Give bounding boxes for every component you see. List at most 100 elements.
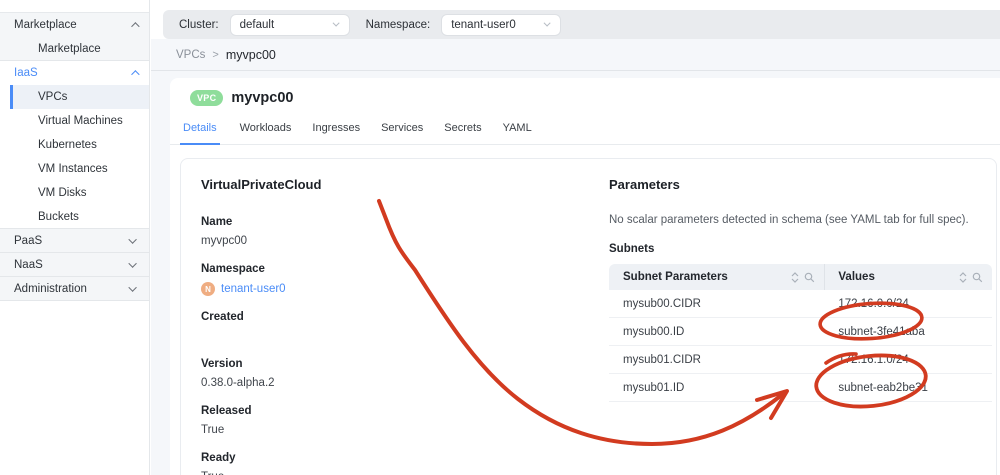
field-label: Released xyxy=(201,405,252,417)
sidebar-item-label: VM Instances xyxy=(38,163,108,175)
chevron-down-icon xyxy=(332,19,340,27)
subnet-param-cell: mysub01.ID xyxy=(623,381,685,394)
sidebar-item-label: Marketplace xyxy=(38,42,101,55)
parameters-column: Parameters No scalar parameters detected… xyxy=(609,177,992,402)
sidebar-item-vm-instances[interactable]: VM Instances xyxy=(0,157,149,181)
search-icon[interactable] xyxy=(804,272,815,283)
subnet-param-cell: mysub01.CIDR xyxy=(623,353,701,366)
namespace-link[interactable]: tenant-user0 xyxy=(221,283,286,295)
sidebar-item-label: Virtual Machines xyxy=(38,115,123,127)
table-row: mysub00.CIDR 172.16.0.0/24 xyxy=(609,290,992,318)
chevron-down-icon xyxy=(128,258,137,268)
subnet-param-cell: mysub00.CIDR xyxy=(623,297,701,310)
sidebar-item-vm-disks[interactable]: VM Disks xyxy=(0,181,149,205)
sidebar-section-label: PaaS xyxy=(14,234,43,247)
chevron-up-icon xyxy=(131,22,140,31)
subnets-table-header: Subnet Parameters Values xyxy=(609,264,992,290)
chevron-down-icon xyxy=(128,282,137,292)
field-namespace: Namespace N tenant-user0 xyxy=(201,263,531,296)
field-ready: Ready True xyxy=(201,452,531,475)
search-icon[interactable] xyxy=(972,272,983,283)
field-value: True xyxy=(201,471,531,475)
sidebar-section-label: IaaS xyxy=(14,67,38,79)
column-header-label: Values xyxy=(838,271,875,283)
sidebar-section-label: Marketplace xyxy=(14,19,77,31)
card-header: VPC myvpc00 xyxy=(170,78,1000,106)
namespace-select-value: tenant-user0 xyxy=(451,18,516,31)
tab-workloads[interactable]: Workloads xyxy=(239,122,293,144)
tab-bar: Details Workloads Ingresses Services Sec… xyxy=(170,122,1000,145)
subnets-label: Subnets xyxy=(609,243,655,255)
parameters-heading: Parameters xyxy=(609,177,680,192)
breadcrumb-vpcs-link[interactable]: VPCs xyxy=(176,49,205,61)
column-header-label: Subnet Parameters xyxy=(623,271,728,283)
cluster-namespace-bar: Cluster: default Namespace: tenant-user0 xyxy=(163,10,1000,39)
field-value: True xyxy=(201,424,225,436)
subnet-param-cell: mysub00.ID xyxy=(623,325,685,338)
subnet-value-cell: subnet-3fe41aba xyxy=(838,325,925,338)
field-label: Namespace xyxy=(201,263,265,275)
subnets-table: Subnet Parameters Values mysub00.CIDR 17… xyxy=(609,264,992,402)
sidebar-item-buckets[interactable]: Buckets xyxy=(0,205,149,229)
cluster-select[interactable]: default xyxy=(229,13,350,36)
vpc-card: VPC myvpc00 Details Workloads Ingresses … xyxy=(170,78,1000,475)
field-label: Ready xyxy=(201,452,236,464)
sidebar-item-marketplace[interactable]: Marketplace xyxy=(0,37,149,61)
tab-ingresses[interactable]: Ingresses xyxy=(311,122,361,144)
field-value: 0.38.0-alpha.2 xyxy=(201,377,275,389)
field-label: Name xyxy=(201,216,233,228)
sidebar-section-label: NaaS xyxy=(14,258,43,271)
tab-secrets[interactable]: Secrets xyxy=(443,122,482,144)
sidebar-item-label: VPCs xyxy=(38,91,68,103)
sort-icon[interactable] xyxy=(959,271,967,283)
vpc-badge: VPC xyxy=(190,90,224,106)
sidebar-section-administration[interactable]: Administration xyxy=(0,277,149,301)
details-panel: VirtualPrivateCloud Name myvpc00 Namespa… xyxy=(180,158,997,475)
sort-icon[interactable] xyxy=(791,271,799,283)
tab-services[interactable]: Services xyxy=(380,122,424,144)
subnet-value-cell: subnet-eab2be31 xyxy=(838,381,928,394)
sidebar-item-label: Kubernetes xyxy=(38,139,97,151)
chevron-down-icon xyxy=(543,19,551,27)
subnet-value-cell: 172.16.0.0/24 xyxy=(838,297,909,310)
chevron-down-icon xyxy=(128,234,137,244)
namespace-select[interactable]: tenant-user0 xyxy=(441,13,562,36)
field-label: Version xyxy=(201,358,243,370)
sidebar-section-paas[interactable]: PaaS xyxy=(0,229,149,253)
sidebar-section-iaas[interactable]: IaaS xyxy=(0,61,149,85)
content-background: VPC myvpc00 Details Workloads Ingresses … xyxy=(151,71,1000,475)
field-created: Created xyxy=(201,311,531,343)
sidebar-section-label: Administration xyxy=(14,282,87,295)
cluster-label: Cluster: xyxy=(179,18,219,31)
table-row: mysub00.ID subnet-3fe41aba xyxy=(609,318,992,346)
sidebar-section-naas[interactable]: NaaS xyxy=(0,253,149,277)
cluster-select-value: default xyxy=(239,18,275,31)
sidebar: Marketplace Marketplace IaaS VPCs Virtua… xyxy=(0,0,150,475)
column-values: Values xyxy=(825,264,992,290)
breadcrumb: VPCs > myvpc00 xyxy=(151,39,1000,71)
subnet-value-cell: 172.16.1.0/24 xyxy=(838,353,909,366)
sidebar-item-vpcs[interactable]: VPCs xyxy=(10,85,149,109)
sidebar-top-spacer xyxy=(0,0,149,13)
breadcrumb-current: myvpc00 xyxy=(225,47,276,62)
table-row: mysub01.CIDR 172.16.1.0/24 xyxy=(609,346,992,374)
sidebar-item-kubernetes[interactable]: Kubernetes xyxy=(0,133,149,157)
field-value: myvpc00 xyxy=(201,235,248,247)
sidebar-section-marketplace[interactable]: Marketplace xyxy=(0,13,149,37)
parameters-note: No scalar parameters detected in schema … xyxy=(609,214,969,226)
namespace-label: Namespace: xyxy=(365,18,431,31)
column-subnet-parameters: Subnet Parameters xyxy=(609,264,826,290)
tab-details[interactable]: Details xyxy=(180,122,220,145)
resource-details-column: VirtualPrivateCloud Name myvpc00 Namespa… xyxy=(201,177,531,475)
namespace-avatar: N xyxy=(201,282,215,296)
page-title: myvpc00 xyxy=(231,90,294,106)
field-version: Version 0.38.0-alpha.2 xyxy=(201,358,531,390)
resource-heading: VirtualPrivateCloud xyxy=(201,177,322,192)
tab-yaml[interactable]: YAML xyxy=(502,122,533,144)
sidebar-item-label: VM Disks xyxy=(38,187,87,199)
sidebar-item-label: Buckets xyxy=(38,210,79,223)
sidebar-item-virtual-machines[interactable]: Virtual Machines xyxy=(0,109,149,133)
table-row: mysub01.ID subnet-eab2be31 xyxy=(609,374,992,402)
chevron-up-icon xyxy=(131,70,140,79)
main-area: Cluster: default Namespace: tenant-user0… xyxy=(151,0,1000,475)
